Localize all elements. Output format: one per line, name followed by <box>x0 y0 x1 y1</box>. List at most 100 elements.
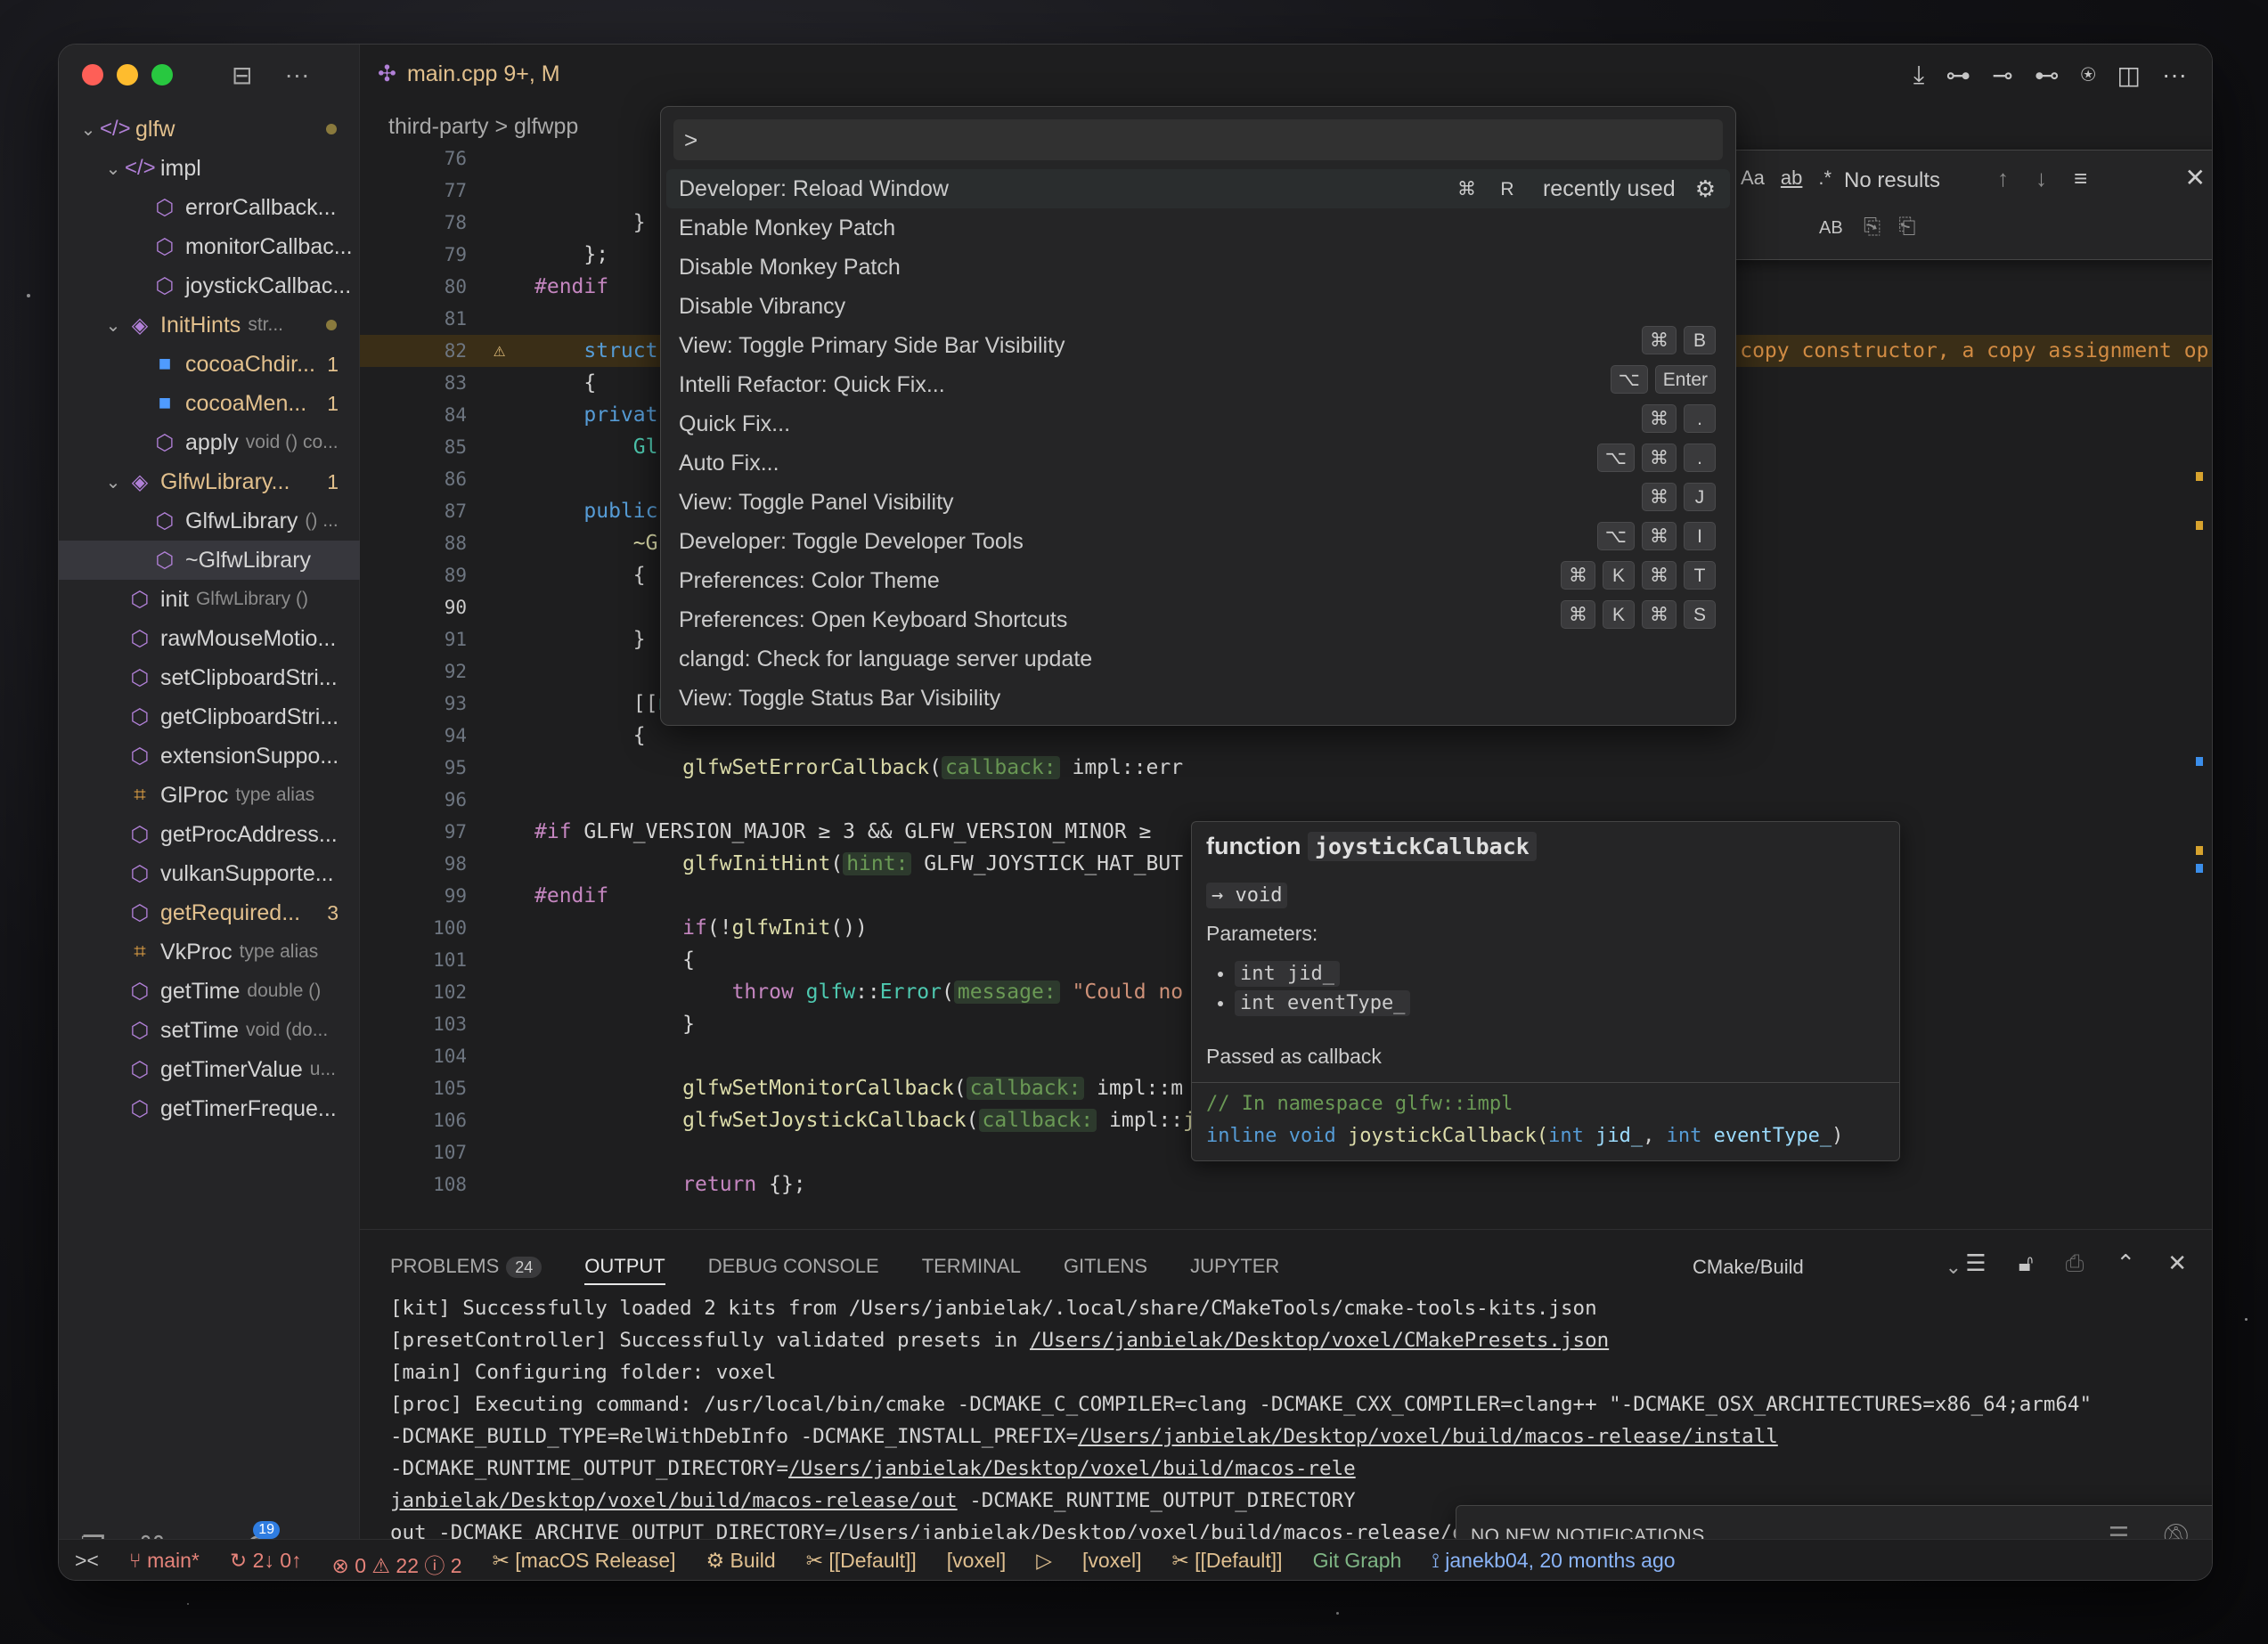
next-match-icon[interactable]: ↓ <box>2035 165 2047 192</box>
code-line[interactable]: 108 return {}; <box>360 1168 2212 1200</box>
outline-item[interactable]: ⌄ </> glfw <box>59 110 360 149</box>
lock-scroll-icon[interactable]: 🔓︎ <box>2019 1249 2034 1278</box>
clear-output-icon[interactable]: ☰ <box>1965 1249 1986 1278</box>
close-find-icon[interactable]: ✕ <box>2185 163 2206 192</box>
command-item[interactable]: Enable Monkey Patch <box>666 208 1730 248</box>
previous-match-icon[interactable]: ↑ <box>1997 165 2009 192</box>
git-next-icon[interactable]: ⊷ <box>2035 61 2060 90</box>
chevron-down-icon[interactable]: ⌄ <box>102 314 125 337</box>
zoom-window-button[interactable] <box>151 64 173 85</box>
outline-item[interactable]: ⬡ setClipboardStri... <box>59 658 360 697</box>
more-actions-icon[interactable]: ··· <box>2162 61 2187 90</box>
maximize-panel-icon[interactable]: ⌃ <box>2116 1249 2135 1278</box>
command-item[interactable]: View: Toggle Status Bar Visibility <box>666 679 1730 718</box>
chevron-down-icon[interactable]: ⌄ <box>102 158 125 180</box>
outline-item[interactable]: ⌄ </> impl <box>59 149 360 188</box>
download-icon[interactable]: ⤓ <box>1913 61 1924 90</box>
panel-tab-output[interactable]: OUTPUT <box>584 1255 665 1285</box>
outline-item[interactable]: ⬡ extensionSuppo... <box>59 737 360 776</box>
match-case-toggle[interactable]: Aa <box>1741 167 1765 190</box>
more-actions-icon[interactable]: ··· <box>284 61 309 90</box>
code-line[interactable]: 96 <box>360 784 2212 816</box>
sync-item[interactable]: ↻ 2↓ 0↑ <box>230 1549 302 1579</box>
find-in-selection-icon[interactable]: ≡ <box>2074 165 2087 192</box>
panel-tab-debug-console[interactable]: DEBUG CONSOLE <box>708 1255 879 1285</box>
run-icon[interactable]: ▷ <box>1036 1549 1052 1579</box>
command-item[interactable]: Disable Monkey Patch <box>666 248 1730 287</box>
open-log-icon[interactable]: ⎙ <box>2066 1249 2084 1278</box>
command-item[interactable]: Disable Vibrancy <box>666 287 1730 326</box>
command-item[interactable]: Developer: Toggle Developer Tools ⌥ ⌘ I <box>666 522 1730 561</box>
panel-tab-gitlens[interactable]: GITLENS <box>1064 1255 1147 1285</box>
breadcrumb[interactable]: third-party > glfwpp <box>388 114 578 140</box>
outline-item[interactable]: ⬡ ~GlfwLibrary <box>59 541 360 580</box>
outline-item[interactable]: ⌄ ◈ InitHints str... <box>59 305 360 345</box>
git-graph-item[interactable]: Git Graph <box>1313 1549 1402 1579</box>
outline-item[interactable]: ⬡ getTime double () <box>59 972 360 1011</box>
git-commit-icon[interactable]: ⊶ <box>1946 61 1970 90</box>
match-word-toggle[interactable]: ab <box>1781 167 1802 190</box>
chevron-down-icon[interactable]: ⌄ <box>77 118 100 141</box>
gitlens-icon[interactable]: ⍟ <box>2081 61 2096 90</box>
outline-item[interactable]: ■ cocoaChdir... 1 <box>59 345 360 384</box>
panel-tab-jupyter[interactable]: JUPYTER <box>1190 1255 1279 1285</box>
command-item[interactable]: clangd: Check for language server update <box>666 639 1730 679</box>
remote-indicator[interactable]: >< <box>75 1549 99 1579</box>
command-item[interactable]: View: Toggle Panel Visibility ⌘ J <box>666 483 1730 522</box>
cmake-launch-item[interactable]: [voxel] <box>1082 1549 1141 1579</box>
outline-item[interactable]: ⬡ getProcAddress... <box>59 815 360 854</box>
command-item[interactable]: Quick Fix... ⌘. <box>666 404 1730 444</box>
outline-item[interactable]: ■ cocoaMen... 1 <box>59 384 360 423</box>
chevron-down-icon[interactable]: ⌄ <box>102 471 125 493</box>
close-window-button[interactable] <box>82 64 103 85</box>
command-item[interactable]: View: Toggle Primary Side Bar Visibility… <box>666 326 1730 365</box>
command-item[interactable]: Preferences: Color Theme ⌘ K ⌘ T <box>666 561 1730 600</box>
replace-icon[interactable]: ⎘ <box>1864 215 1880 240</box>
outline-item[interactable]: ⬡ getRequired... 3 <box>59 893 360 932</box>
outline-item[interactable]: ⬡ joystickCallbac... <box>59 266 360 305</box>
replace-all-icon[interactable]: ⎗ <box>1898 215 1915 240</box>
outline-item[interactable]: ⬡ setTime void (do... <box>59 1011 360 1050</box>
tab-main-cpp[interactable]: ✣ main.cpp 9+, M <box>378 61 560 87</box>
command-item[interactable]: Developer: Reload Window ⌘ Rrecently used ⚙ <box>666 169 1730 208</box>
cmake-build-item[interactable]: ⚙ Build <box>706 1549 776 1579</box>
outline-item[interactable]: ⌗ GlProc type alias <box>59 776 360 815</box>
outline-item[interactable]: ⬡ errorCallback... <box>59 188 360 227</box>
command-palette-input[interactable]: > <box>673 119 1723 160</box>
cmake-target-item[interactable]: [voxel] <box>947 1549 1006 1579</box>
outline-item[interactable]: ⬡ vulkanSupporte... <box>59 854 360 893</box>
outline-item[interactable]: ⌄ ◈ GlfwLibrary... 1 <box>59 462 360 501</box>
outline-item[interactable]: ⬡ GlfwLibrary () ... <box>59 501 360 541</box>
outline-item[interactable]: ⌗ VkProc type alias <box>59 932 360 972</box>
branch-item[interactable]: ⑂ main* <box>129 1549 200 1579</box>
code-line[interactable]: 95 glfwSetErrorCallback(callback: impl::… <box>360 752 2212 784</box>
outline-item[interactable]: ⬡ getClipboardStri... <box>59 697 360 737</box>
output-channel-select[interactable]: CMake/Build ⌄ <box>1681 1248 1975 1285</box>
cmake-preset-item[interactable]: ✂ [[Default]] <box>806 1549 917 1579</box>
warning-icon[interactable]: ⚠ <box>494 335 505 367</box>
command-item[interactable]: Intelli Refactor: Quick Fix... ⌥ Enter <box>666 365 1730 404</box>
outline-item[interactable]: ⬡ apply void () co... <box>59 423 360 462</box>
minimize-window-button[interactable] <box>117 64 138 85</box>
outline-item[interactable]: ⬡ getTimerValue u... <box>59 1050 360 1089</box>
panel-tab-terminal[interactable]: TERMINAL <box>922 1255 1021 1285</box>
problems-item[interactable]: ⊗ 0 ⚠ 22 ⓘ 2 <box>332 1549 462 1579</box>
symbol-icon: ⬡ <box>130 1018 150 1043</box>
git-blame-item[interactable]: ⟟ janekb04, 20 months ago <box>1432 1549 1675 1579</box>
gear-icon[interactable]: ⚙ <box>1695 169 1716 208</box>
git-previous-icon[interactable]: ⊸ <box>1992 61 2012 90</box>
command-item[interactable]: Auto Fix... ⌥ ⌘. <box>666 444 1730 483</box>
cmake-preset-item-2[interactable]: ✂ [[Default]] <box>1171 1549 1282 1579</box>
outline-item[interactable]: ⬡ init GlfwLibrary () <box>59 580 360 619</box>
command-item[interactable]: Preferences: Open Keyboard Shortcuts ⌘ K ⌘ S <box>666 600 1730 639</box>
outline-item[interactable]: ⬡ rawMouseMotio... <box>59 619 360 658</box>
outline-item[interactable]: ⬡ monitorCallbac... <box>59 227 360 266</box>
regex-toggle[interactable]: .* <box>1818 167 1832 190</box>
panel-tab-problems[interactable]: PROBLEMS 24 <box>390 1255 543 1285</box>
split-editor-icon[interactable]: ◫ <box>2117 61 2141 90</box>
cmake-kit-item[interactable]: ✂ [macOS Release] <box>493 1549 676 1579</box>
close-panel-icon[interactable]: ✕ <box>2167 1249 2187 1278</box>
collapse-all-icon[interactable]: ⊟ <box>232 61 252 90</box>
outline-item[interactable]: ⬡ getTimerFreque... <box>59 1089 360 1128</box>
preserve-case-toggle[interactable]: AB <box>1819 218 1843 239</box>
